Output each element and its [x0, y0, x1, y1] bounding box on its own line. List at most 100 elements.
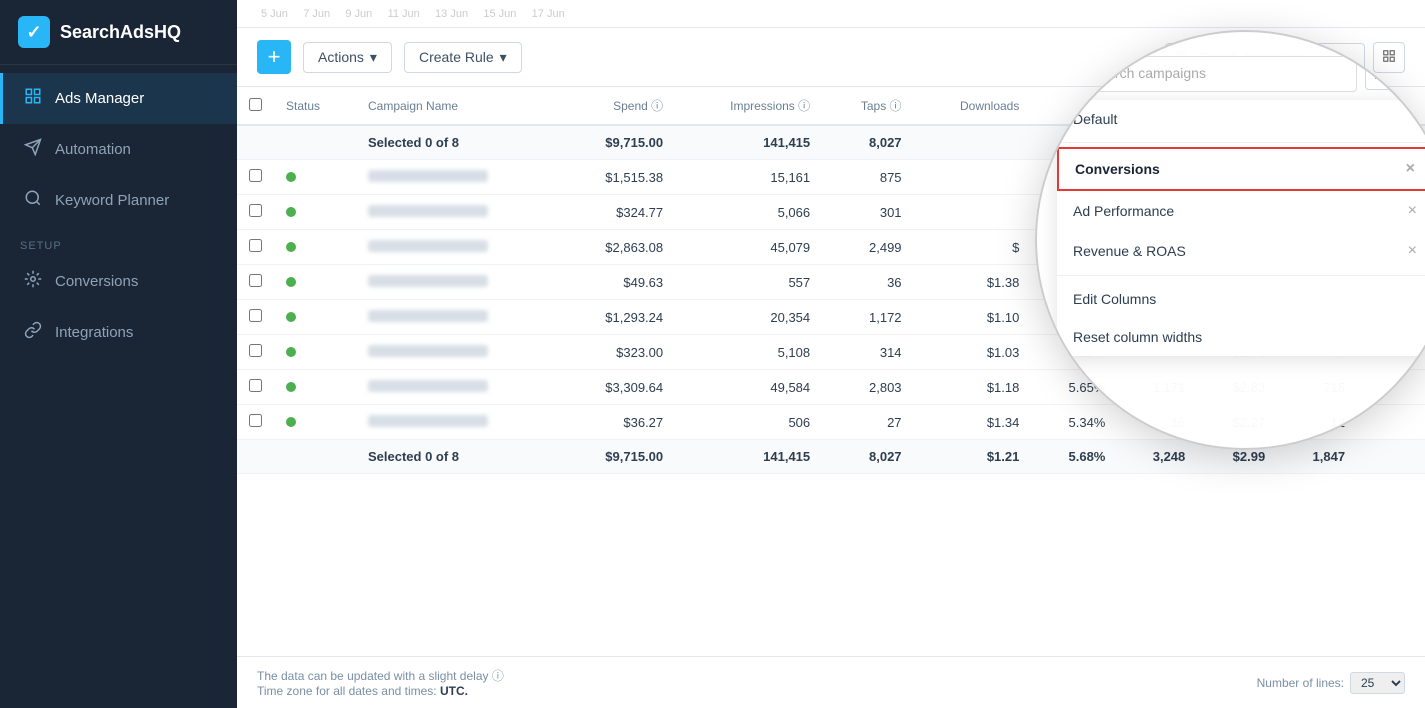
cell-cpt: $1.03	[914, 335, 1032, 370]
create-rule-chevron-icon: ▾	[500, 49, 507, 66]
row-checkbox[interactable]	[249, 344, 262, 357]
summary-bottom-taps: 8,027	[822, 440, 913, 474]
preset-conversions-close-icon[interactable]: ×	[1406, 160, 1415, 178]
cell-spend: $324.77	[559, 195, 675, 230]
cell-impressions: 5,066	[675, 195, 822, 230]
cell-impressions: 45,079	[675, 230, 822, 265]
cell-taps: 2,803	[822, 370, 913, 405]
lines-label: Number of lines:	[1257, 676, 1344, 690]
sidebar-item-automation-label: Automation	[55, 141, 131, 158]
cell-ctr: 5.34%	[1031, 405, 1117, 440]
summary-bottom-impressions: 141,415	[675, 440, 822, 474]
cell-taps: 1,172	[822, 300, 913, 335]
campaign-name-blurred	[368, 275, 488, 287]
preset-item-revenue-roas[interactable]: Revenue & ROAS ×	[1057, 231, 1425, 271]
cell-cpt: $1.10	[914, 300, 1032, 335]
col-spend: Spend ⓘ	[559, 87, 675, 125]
col-campaign-name: Campaign Name	[356, 87, 559, 125]
col-status: Status	[274, 87, 356, 125]
actions-chevron-icon: ▾	[370, 49, 377, 66]
summary-bottom-cpt: $1.21	[914, 440, 1032, 474]
cell-cpt: $1.18	[914, 370, 1032, 405]
status-indicator	[286, 417, 296, 427]
row-checkbox[interactable]	[249, 379, 262, 392]
summary-top-spend: $9,715.00	[559, 125, 675, 160]
preset-ad-performance-close-icon[interactable]: ×	[1408, 202, 1417, 220]
delay-notice: The data can be updated with a slight de…	[257, 669, 504, 683]
preset-item-conversions[interactable]: Conversions ×	[1057, 147, 1425, 191]
magnifier-search-wrapper: Search campaigns	[1057, 56, 1357, 92]
col-taps: Taps ⓘ	[822, 87, 913, 125]
row-checkbox[interactable]	[249, 309, 262, 322]
dropdown-divider-2	[1057, 275, 1425, 276]
campaign-name-blurred	[368, 415, 488, 427]
sidebar-item-conversions[interactable]: Conversions	[0, 256, 237, 307]
preset-default-label: Default	[1073, 111, 1117, 127]
ads-manager-icon	[23, 87, 43, 110]
magnifier-content: Search campaigns Default	[1037, 32, 1425, 380]
create-rule-label: Create Rule	[419, 49, 494, 65]
row-checkbox[interactable]	[249, 169, 262, 182]
cell-spend: $1,293.24	[559, 300, 675, 335]
cell-spend: $1,515.38	[559, 160, 675, 195]
magnifier-search-placeholder: Search campaigns	[1090, 65, 1206, 81]
cell-impressions: 49,584	[675, 370, 822, 405]
cell-taps: 875	[822, 160, 913, 195]
campaign-name-blurred	[368, 205, 488, 217]
status-indicator	[286, 347, 296, 357]
row-checkbox[interactable]	[249, 414, 262, 427]
summary-top-label: Selected 0 of 8	[356, 125, 559, 160]
col-downloads: Downloads	[914, 87, 1032, 125]
summary-top-impressions: 141,415	[675, 125, 822, 160]
column-preset-dropdown: Default Conversions × Ad Performance × R…	[1057, 100, 1425, 356]
preset-ad-performance-label: Ad Performance	[1073, 203, 1174, 219]
campaign-name-blurred	[368, 380, 488, 392]
lines-select: Number of lines: 25 50 100	[1257, 672, 1405, 694]
sidebar-item-ads-manager-label: Ads Manager	[55, 90, 144, 107]
cell-impressions: 5,108	[675, 335, 822, 370]
cell-d1	[914, 160, 1032, 195]
reset-column-widths-action[interactable]: Reset column widths	[1057, 318, 1425, 356]
cell-spend: $323.00	[559, 335, 675, 370]
row-checkbox[interactable]	[249, 274, 262, 287]
sidebar-item-automation[interactable]: Automation	[0, 124, 237, 175]
sidebar-item-keyword-planner-label: Keyword Planner	[55, 192, 169, 209]
actions-button[interactable]: Actions ▾	[303, 42, 392, 73]
keyword-planner-icon	[23, 189, 43, 212]
summary-bottom-installs: 3,248	[1117, 440, 1197, 474]
select-all-checkbox[interactable]	[249, 98, 262, 111]
add-button[interactable]: +	[257, 40, 291, 74]
sidebar-nav: Ads Manager Automation Keyword Planner S…	[0, 65, 237, 708]
summary-bottom-label: Selected 0 of 8	[356, 440, 559, 474]
row-checkbox[interactable]	[249, 239, 262, 252]
sidebar-item-ads-manager[interactable]: Ads Manager	[0, 73, 237, 124]
cell-taps: 2,499	[822, 230, 913, 265]
preset-revenue-roas-close-icon[interactable]: ×	[1408, 242, 1417, 260]
edit-columns-label: Edit Columns	[1073, 291, 1156, 307]
sidebar: ✓ SearchAdsHQ Ads Manager Automation Key…	[0, 0, 237, 708]
status-indicator	[286, 382, 296, 392]
summary-bottom-ctr: 5.68%	[1031, 440, 1117, 474]
edit-columns-action[interactable]: Edit Columns	[1057, 280, 1425, 318]
actions-label: Actions	[318, 49, 364, 65]
sidebar-item-integrations[interactable]: Integrations	[0, 307, 237, 358]
lines-count-select[interactable]: 25 50 100	[1350, 672, 1405, 694]
dropdown-divider-1	[1057, 142, 1425, 143]
view-toggle-button[interactable]	[1373, 42, 1405, 73]
preset-item-ad-performance[interactable]: Ad Performance ×	[1057, 191, 1425, 231]
col-impressions: Impressions ⓘ	[675, 87, 822, 125]
status-indicator	[286, 207, 296, 217]
sidebar-logo: ✓ SearchAdsHQ	[0, 0, 237, 65]
campaign-name-blurred	[368, 310, 488, 322]
sidebar-item-integrations-label: Integrations	[55, 324, 133, 341]
cell-impressions: 20,354	[675, 300, 822, 335]
cell-impressions: 15,161	[675, 160, 822, 195]
create-rule-button[interactable]: Create Rule ▾	[404, 42, 522, 73]
sidebar-item-keyword-planner[interactable]: Keyword Planner	[0, 175, 237, 226]
status-indicator	[286, 172, 296, 182]
preset-item-default[interactable]: Default	[1057, 100, 1425, 138]
summary-top-taps: 8,027	[822, 125, 913, 160]
campaign-name-blurred	[368, 240, 488, 252]
cell-spend: $2,863.08	[559, 230, 675, 265]
row-checkbox[interactable]	[249, 204, 262, 217]
